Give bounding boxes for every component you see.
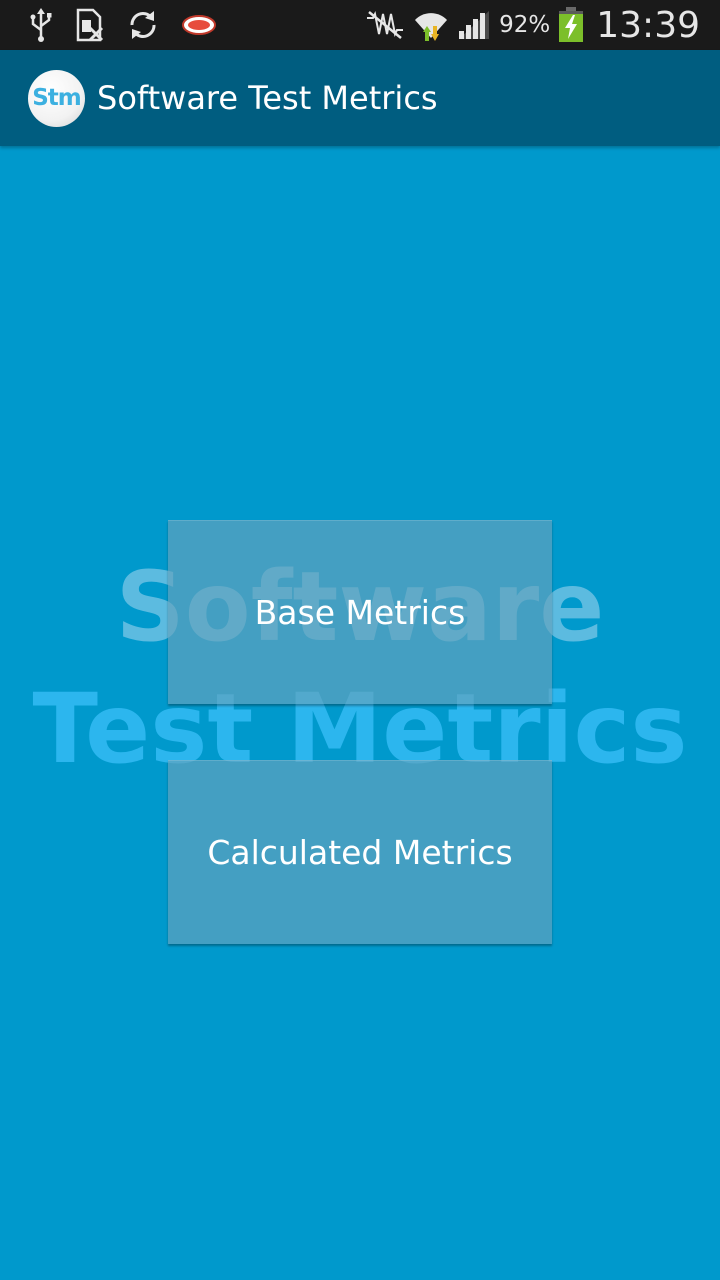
status-icons-right: 92% 13:39 xyxy=(357,5,700,46)
cell-signal-icon xyxy=(457,9,491,41)
battery-charging-icon xyxy=(558,7,584,43)
clock: 13:39 xyxy=(596,4,700,46)
base-metrics-button[interactable]: Base Metrics xyxy=(168,520,552,704)
battery-percent: 92% xyxy=(499,12,551,38)
app-logo-text: Stm xyxy=(32,85,82,111)
no-signal-icon xyxy=(365,10,405,40)
sync-icon xyxy=(126,8,160,42)
app-logo[interactable]: Stm xyxy=(28,69,85,127)
app-title: Software Test Metrics xyxy=(97,79,438,117)
calculated-metrics-button[interactable]: Calculated Metrics xyxy=(168,760,552,944)
main-content: Software Test Metrics Base Metrics Calcu… xyxy=(0,146,720,1280)
usb-icon xyxy=(28,8,54,42)
status-bar: 92% 13:39 xyxy=(0,0,720,50)
status-icons-left xyxy=(28,8,238,42)
wifi-icon xyxy=(413,8,449,42)
action-bar: Stm Software Test Metrics xyxy=(0,50,720,146)
app-notification-icon xyxy=(182,14,216,36)
sim-icon xyxy=(76,8,104,42)
